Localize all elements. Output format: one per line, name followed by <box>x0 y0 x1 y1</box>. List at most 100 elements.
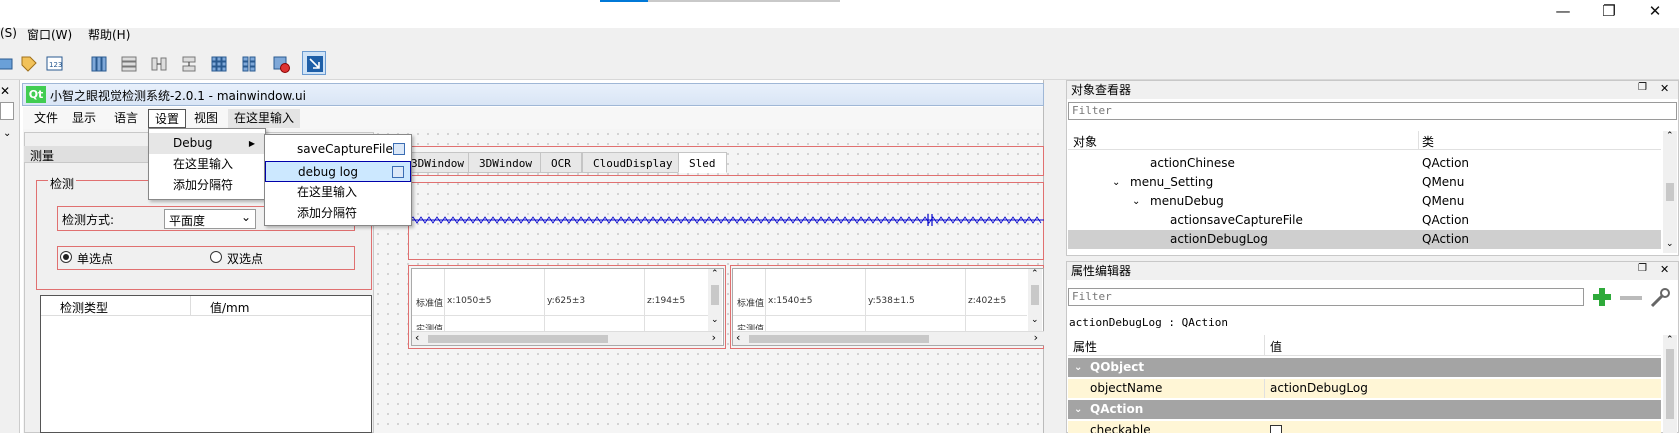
table2-hscroll-thumb[interactable] <box>749 335 929 343</box>
chevron-left-icon[interactable]: ‹ <box>415 331 419 344</box>
table1-gridline <box>444 269 445 331</box>
layout-horizontal-icon[interactable] <box>86 51 110 75</box>
table2-vscroll[interactable]: ⌃ ⌄ <box>1028 269 1042 331</box>
form-menu-display[interactable]: 显示 <box>66 109 102 128</box>
property-group-qaction[interactable]: ⌄ QAction <box>1068 400 1661 419</box>
menu-item-savecapturefile[interactable]: saveCaptureFile <box>265 139 411 160</box>
submenu-item-add-separator[interactable]: 添加分隔符 <box>265 203 411 224</box>
splitter-horizontal-icon[interactable] <box>146 51 170 75</box>
table1-vscroll[interactable]: ⌃ ⌄ <box>708 269 722 331</box>
widgetbox-filter[interactable] <box>0 102 14 120</box>
layout-vertical-icon[interactable] <box>116 51 140 75</box>
float-icon[interactable]: ❐ <box>1638 82 1647 93</box>
table2-hscroll[interactable]: ‹ › <box>733 331 1044 345</box>
wrench-icon[interactable] <box>1648 286 1672 308</box>
form-menu-setting[interactable]: 设置 <box>148 109 187 128</box>
adjust-size-icon[interactable] <box>302 51 326 75</box>
menu-item-debug[interactable]: Debug ▶ <box>149 133 265 154</box>
minimize-button[interactable]: — <box>1540 0 1586 22</box>
close-button[interactable]: ✕ <box>1632 0 1678 22</box>
tree-row[interactable]: ⌄ menu_Setting QMenu <box>1068 173 1661 192</box>
splitter-vertical-icon[interactable] <box>176 51 200 75</box>
tab-ocr[interactable]: OCR <box>540 152 582 173</box>
property-filter-input[interactable]: Filter <box>1068 288 1584 306</box>
svg-text:123: 123 <box>49 61 62 69</box>
chevron-down-icon[interactable]: ⌄ <box>1074 358 1082 377</box>
chevron-up-icon[interactable]: ⌃ <box>1666 131 1674 141</box>
chevron-down-icon[interactable]: ⌄ <box>1031 315 1039 325</box>
chevron-down-icon[interactable]: ⌄ <box>3 128 11 139</box>
table1-hscroll-thumb[interactable] <box>428 335 608 343</box>
form-menu-view[interactable]: 视图 <box>188 109 224 128</box>
action-edit-icon[interactable] <box>393 143 405 155</box>
table2-cell-y: y:538±1.5 <box>868 296 915 306</box>
form-layout-icon[interactable] <box>236 51 260 75</box>
tree-row[interactable]: actionsaveCaptureFile QAction <box>1068 211 1661 230</box>
grid-layout-icon[interactable] <box>206 51 230 75</box>
chevron-down-icon[interactable]: ⌄ <box>1666 239 1674 249</box>
col-object: 对象 <box>1073 135 1098 149</box>
object-vscroll-thumb[interactable] <box>1666 183 1674 201</box>
menu-item-type-here[interactable]: 在这里输入 <box>149 154 265 175</box>
chevron-down-icon[interactable]: ⌄ <box>1074 400 1082 419</box>
form-menu-file[interactable]: 文件 <box>28 109 64 128</box>
radio-single[interactable] <box>60 251 72 263</box>
tab-order-icon[interactable]: 123 <box>42 51 66 75</box>
chevron-left-icon[interactable]: ‹ <box>736 331 740 344</box>
submenu-item-type-here[interactable]: 在这里输入 <box>265 182 411 203</box>
detect-mode-combobox[interactable]: 平面度 ⌄ <box>164 209 256 229</box>
tag-icon[interactable] <box>16 51 40 75</box>
chevron-right-icon[interactable]: › <box>1034 331 1038 344</box>
tree-row-name: menu_Setting <box>1130 175 1214 189</box>
property-row-objectname[interactable]: objectName actionDebugLog <box>1068 379 1661 398</box>
menu-help[interactable]: 帮助(H) <box>88 26 130 43</box>
table1-cell-z: z:194±5 <box>647 296 686 306</box>
tree-row[interactable]: ⌄ menuDebug QMenu <box>1068 192 1661 211</box>
restore-button[interactable]: ❐ <box>1586 0 1632 22</box>
table2-vscroll-thumb[interactable] <box>1031 285 1039 305</box>
menu-tools[interactable]: (S) <box>0 26 17 40</box>
menu-item-add-separator[interactable]: 添加分隔符 <box>149 175 265 196</box>
property-vscroll-thumb[interactable] <box>1666 349 1674 419</box>
chevron-up-icon[interactable]: ⌃ <box>1666 335 1674 345</box>
action-edit-icon[interactable] <box>392 166 404 178</box>
tab-3dwindow-2[interactable]: 3DWindow <box>468 152 543 173</box>
table1-rowline <box>412 315 708 316</box>
tab-clouddisplay[interactable]: CloudDisplay <box>582 152 684 173</box>
close-icon[interactable]: ✕ <box>1660 263 1669 276</box>
form-menu-language[interactable]: 语言 <box>108 109 144 128</box>
chevron-up-icon[interactable]: ⌃ <box>1031 269 1039 279</box>
float-icon[interactable]: ❐ <box>1638 263 1647 274</box>
chevron-down-icon[interactable]: ⌄ <box>1132 192 1140 211</box>
add-property-icon[interactable] <box>1590 286 1614 308</box>
menu-item-debug-log[interactable]: debug log <box>265 161 411 182</box>
object-filter-input[interactable]: Filter <box>1068 102 1677 120</box>
chevron-down-icon[interactable]: ⌄ <box>1112 173 1120 192</box>
object-vscroll[interactable]: ⌃ ⌄ <box>1663 131 1677 253</box>
tree-row[interactable]: actionChinese QAction <box>1068 154 1661 173</box>
checkable-checkbox[interactable] <box>1270 425 1282 433</box>
menu-window[interactable]: 窗口(W) <box>27 26 72 43</box>
tree-row-selected[interactable]: actionDebugLog QAction <box>1068 230 1661 249</box>
property-row-checkable[interactable]: checkable <box>1068 421 1661 433</box>
form-menu-type-here[interactable]: 在这里输入 <box>228 109 301 128</box>
close-icon[interactable]: ✕ <box>0 84 10 98</box>
col-value: 值 <box>1270 340 1283 354</box>
remove-property-icon[interactable] <box>1620 296 1642 300</box>
chevron-right-icon[interactable]: › <box>712 331 716 344</box>
tree-row-class: QAction <box>1422 156 1470 170</box>
break-layout-icon[interactable] <box>268 51 292 75</box>
waveform-plot <box>409 214 1044 226</box>
toolbar-button-layout[interactable] <box>0 51 16 75</box>
chevron-down-icon[interactable]: ⌄ <box>711 315 719 325</box>
table1-hscroll[interactable]: ‹ › <box>412 331 722 345</box>
table1-vscroll-thumb[interactable] <box>711 285 719 305</box>
menu-item-savecapturefile-label: saveCaptureFile <box>297 142 393 156</box>
tab-sled[interactable]: Sled <box>678 152 727 173</box>
property-group-qobject[interactable]: ⌄ QObject <box>1068 358 1661 377</box>
radio-double[interactable] <box>210 251 222 263</box>
property-editor-title: 属性编辑器 <box>1071 264 1132 278</box>
chevron-up-icon[interactable]: ⌃ <box>711 269 719 279</box>
close-icon[interactable]: ✕ <box>1660 82 1669 95</box>
property-vscroll[interactable]: ⌃ <box>1663 335 1677 433</box>
